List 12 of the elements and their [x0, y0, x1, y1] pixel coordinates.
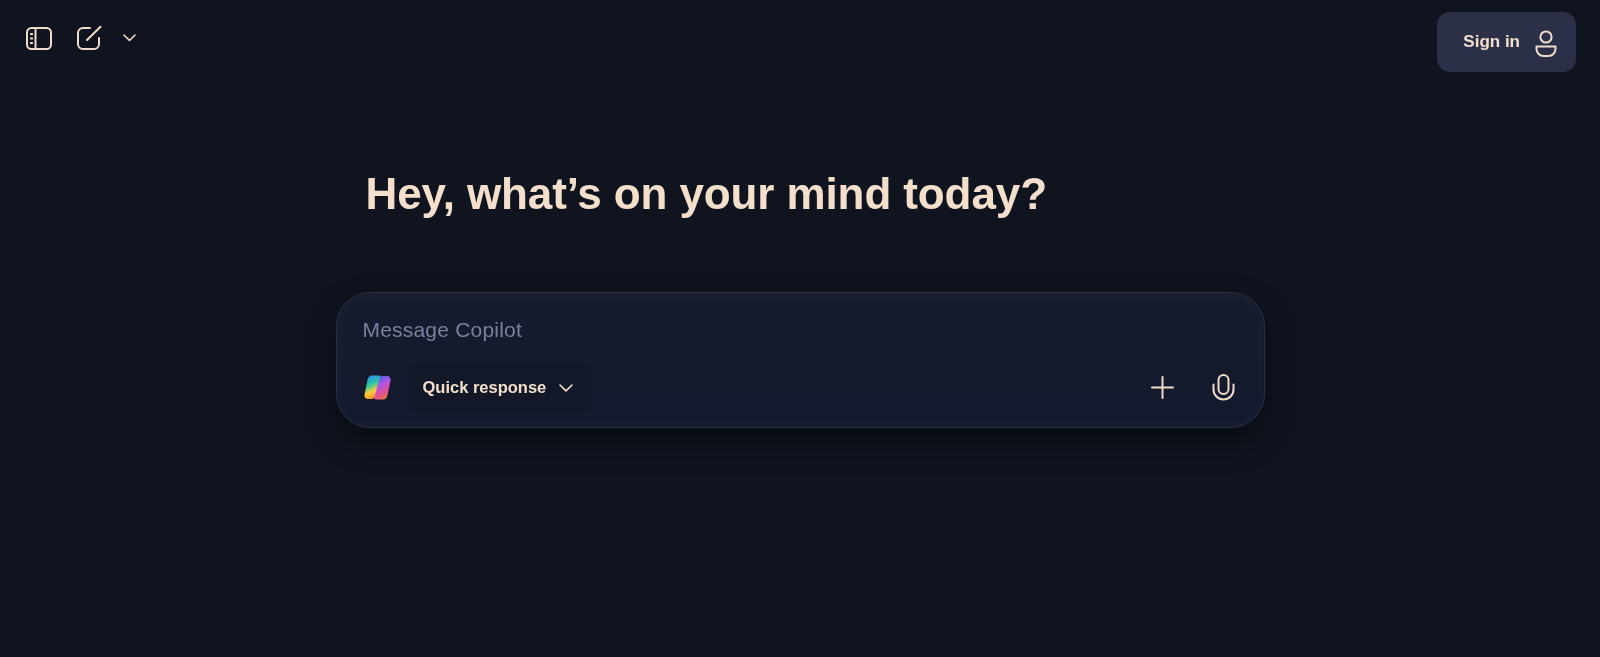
mode-dropdown[interactable]: Quick response	[407, 362, 593, 413]
caret-icon	[559, 383, 574, 392]
microphone-icon[interactable]	[1211, 374, 1235, 402]
caret-icon[interactable]	[123, 34, 136, 42]
plus-icon[interactable]	[1150, 376, 1174, 400]
sign-in-button[interactable]: Sign in	[1437, 12, 1576, 72]
greeting-heading: Hey, what’s on your mind today?	[365, 168, 1048, 220]
sidebar-toggle-icon[interactable]	[26, 26, 52, 50]
message-input[interactable]: Message Copilot	[362, 315, 1235, 344]
person-icon	[1535, 29, 1557, 57]
compose-icon[interactable]	[77, 26, 102, 50]
app-logo-icon	[362, 374, 392, 402]
